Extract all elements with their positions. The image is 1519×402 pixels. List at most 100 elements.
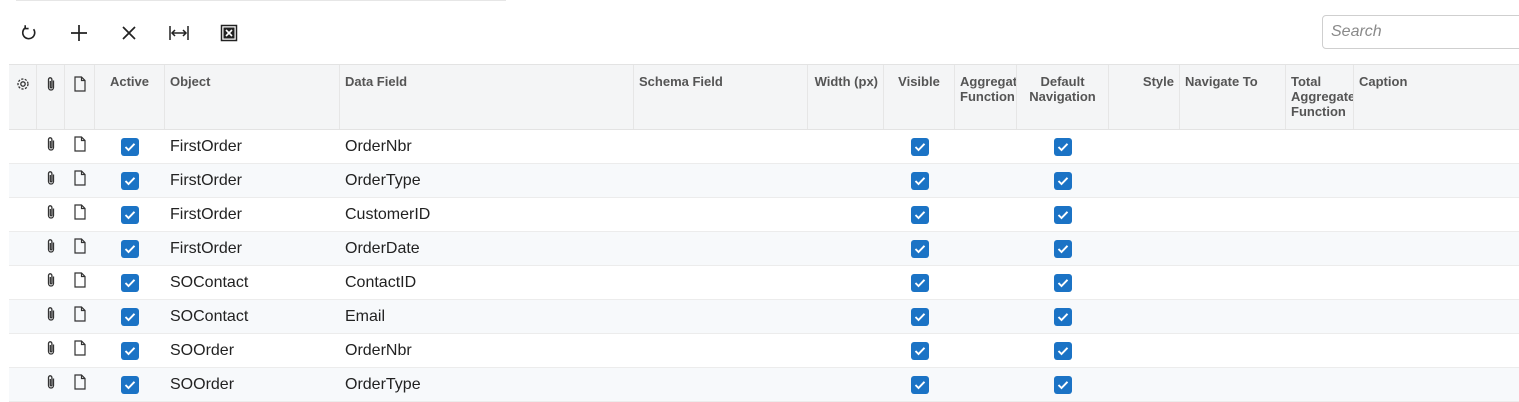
table-row[interactable]: SOOrder OrderNbr — [9, 334, 1519, 368]
object-cell[interactable]: SOOrder — [165, 368, 340, 401]
file-icon[interactable] — [74, 272, 86, 293]
visible-checkbox[interactable] — [910, 239, 929, 258]
object-cell[interactable]: FirstOrder — [165, 130, 340, 163]
table-row[interactable]: SOContact Email — [9, 300, 1519, 334]
object-cell[interactable]: FirstOrder — [165, 198, 340, 231]
notes-header[interactable] — [65, 65, 95, 129]
data-field-cell[interactable]: OrderType — [340, 368, 634, 401]
object-cell[interactable]: FirstOrder — [165, 164, 340, 197]
data-field-cell[interactable]: OrderNbr — [340, 130, 634, 163]
attachment-cell[interactable] — [37, 300, 65, 333]
search-input[interactable] — [1322, 15, 1519, 49]
default-navigation-checkbox[interactable] — [1054, 273, 1072, 292]
add-row-button[interactable] — [62, 18, 96, 48]
header-schema-field[interactable]: Schema Field — [634, 65, 808, 129]
default-navigation-checkbox[interactable] — [1054, 205, 1072, 224]
visible-checkbox[interactable] — [910, 273, 929, 292]
header-data-field[interactable]: Data Field — [340, 65, 634, 129]
active-checkbox[interactable] — [121, 375, 139, 394]
data-field-cell[interactable]: ContactID — [340, 266, 634, 299]
attachment-cell[interactable] — [37, 266, 65, 299]
paperclip-icon[interactable] — [45, 204, 57, 225]
default-navigation-checkbox[interactable] — [1054, 137, 1072, 156]
data-field-cell[interactable]: OrderType — [340, 164, 634, 197]
file-icon[interactable] — [74, 340, 86, 361]
active-checkbox[interactable] — [121, 307, 139, 326]
file-icon[interactable] — [74, 306, 86, 327]
export-excel-button[interactable] — [212, 18, 246, 48]
data-field-cell[interactable]: OrderDate — [340, 232, 634, 265]
table-row[interactable]: FirstOrder OrderType — [9, 164, 1519, 198]
header-active[interactable]: Active — [95, 65, 165, 129]
header-aggregate-function[interactable]: Aggregate Function — [955, 65, 1017, 129]
delete-row-button[interactable] — [112, 18, 146, 48]
attachments-header[interactable] — [37, 65, 65, 129]
file-icon[interactable] — [74, 374, 86, 395]
header-object[interactable]: Object — [165, 65, 340, 129]
data-field-cell[interactable]: CustomerID — [340, 198, 634, 231]
visible-checkbox[interactable] — [910, 307, 929, 326]
visible-checkbox[interactable] — [910, 171, 929, 190]
table-row[interactable]: FirstOrder OrderDate — [9, 232, 1519, 266]
table-row[interactable]: FirstOrder OrderNbr — [9, 130, 1519, 164]
attachment-cell[interactable] — [37, 198, 65, 231]
note-cell[interactable] — [65, 198, 95, 231]
note-cell[interactable] — [65, 130, 95, 163]
header-width[interactable]: Width (px) — [808, 65, 884, 129]
object-cell[interactable]: SOOrder — [165, 334, 340, 367]
table-row[interactable]: SOOrder OrderType — [9, 368, 1519, 402]
attachment-cell[interactable] — [37, 368, 65, 401]
note-cell[interactable] — [65, 300, 95, 333]
visible-checkbox[interactable] — [910, 137, 929, 156]
attachment-cell[interactable] — [37, 334, 65, 367]
table-row[interactable]: SOContact ContactID — [9, 266, 1519, 300]
default-navigation-checkbox[interactable] — [1054, 239, 1072, 258]
table-row[interactable]: FirstOrder CustomerID — [9, 198, 1519, 232]
default-navigation-checkbox[interactable] — [1054, 171, 1072, 190]
file-icon[interactable] — [74, 238, 86, 259]
active-checkbox[interactable] — [121, 137, 139, 156]
paperclip-icon[interactable] — [45, 272, 57, 293]
visible-checkbox[interactable] — [910, 375, 929, 394]
object-cell[interactable]: SOContact — [165, 266, 340, 299]
paperclip-icon[interactable] — [45, 306, 57, 327]
note-cell[interactable] — [65, 164, 95, 197]
file-icon[interactable] — [74, 204, 86, 225]
note-cell[interactable] — [65, 368, 95, 401]
note-cell[interactable] — [65, 334, 95, 367]
header-caption[interactable]: Caption — [1354, 65, 1519, 129]
paperclip-icon[interactable] — [45, 136, 57, 157]
attachment-cell[interactable] — [37, 232, 65, 265]
attachment-cell[interactable] — [37, 130, 65, 163]
header-total-aggregate-function[interactable]: Total Aggregate Function — [1286, 65, 1354, 129]
note-cell[interactable] — [65, 266, 95, 299]
header-visible[interactable]: Visible — [884, 65, 955, 129]
paperclip-icon[interactable] — [45, 238, 57, 259]
file-icon[interactable] — [74, 170, 86, 191]
active-checkbox[interactable] — [121, 205, 139, 224]
fit-columns-button[interactable] — [162, 18, 196, 48]
paperclip-icon[interactable] — [45, 340, 57, 361]
paperclip-icon[interactable] — [45, 374, 57, 395]
default-navigation-checkbox[interactable] — [1054, 375, 1072, 394]
object-cell[interactable]: SOContact — [165, 300, 340, 333]
header-style[interactable]: Style — [1109, 65, 1180, 129]
default-navigation-checkbox[interactable] — [1054, 341, 1072, 360]
visible-checkbox[interactable] — [910, 341, 929, 360]
active-checkbox[interactable] — [121, 273, 139, 292]
object-cell[interactable]: FirstOrder — [165, 232, 340, 265]
data-field-cell[interactable]: OrderNbr — [340, 334, 634, 367]
refresh-button[interactable] — [12, 18, 46, 48]
data-field-cell[interactable]: Email — [340, 300, 634, 333]
active-checkbox[interactable] — [121, 171, 139, 190]
visible-checkbox[interactable] — [910, 205, 929, 224]
note-cell[interactable] — [65, 232, 95, 265]
attachment-cell[interactable] — [37, 164, 65, 197]
header-navigate-to[interactable]: Navigate To — [1180, 65, 1286, 129]
header-default-navigation[interactable]: Default Navigation — [1017, 65, 1109, 129]
paperclip-icon[interactable] — [45, 170, 57, 191]
active-checkbox[interactable] — [121, 239, 139, 258]
active-checkbox[interactable] — [121, 341, 139, 360]
column-settings-header[interactable] — [9, 65, 37, 129]
file-icon[interactable] — [74, 136, 86, 157]
